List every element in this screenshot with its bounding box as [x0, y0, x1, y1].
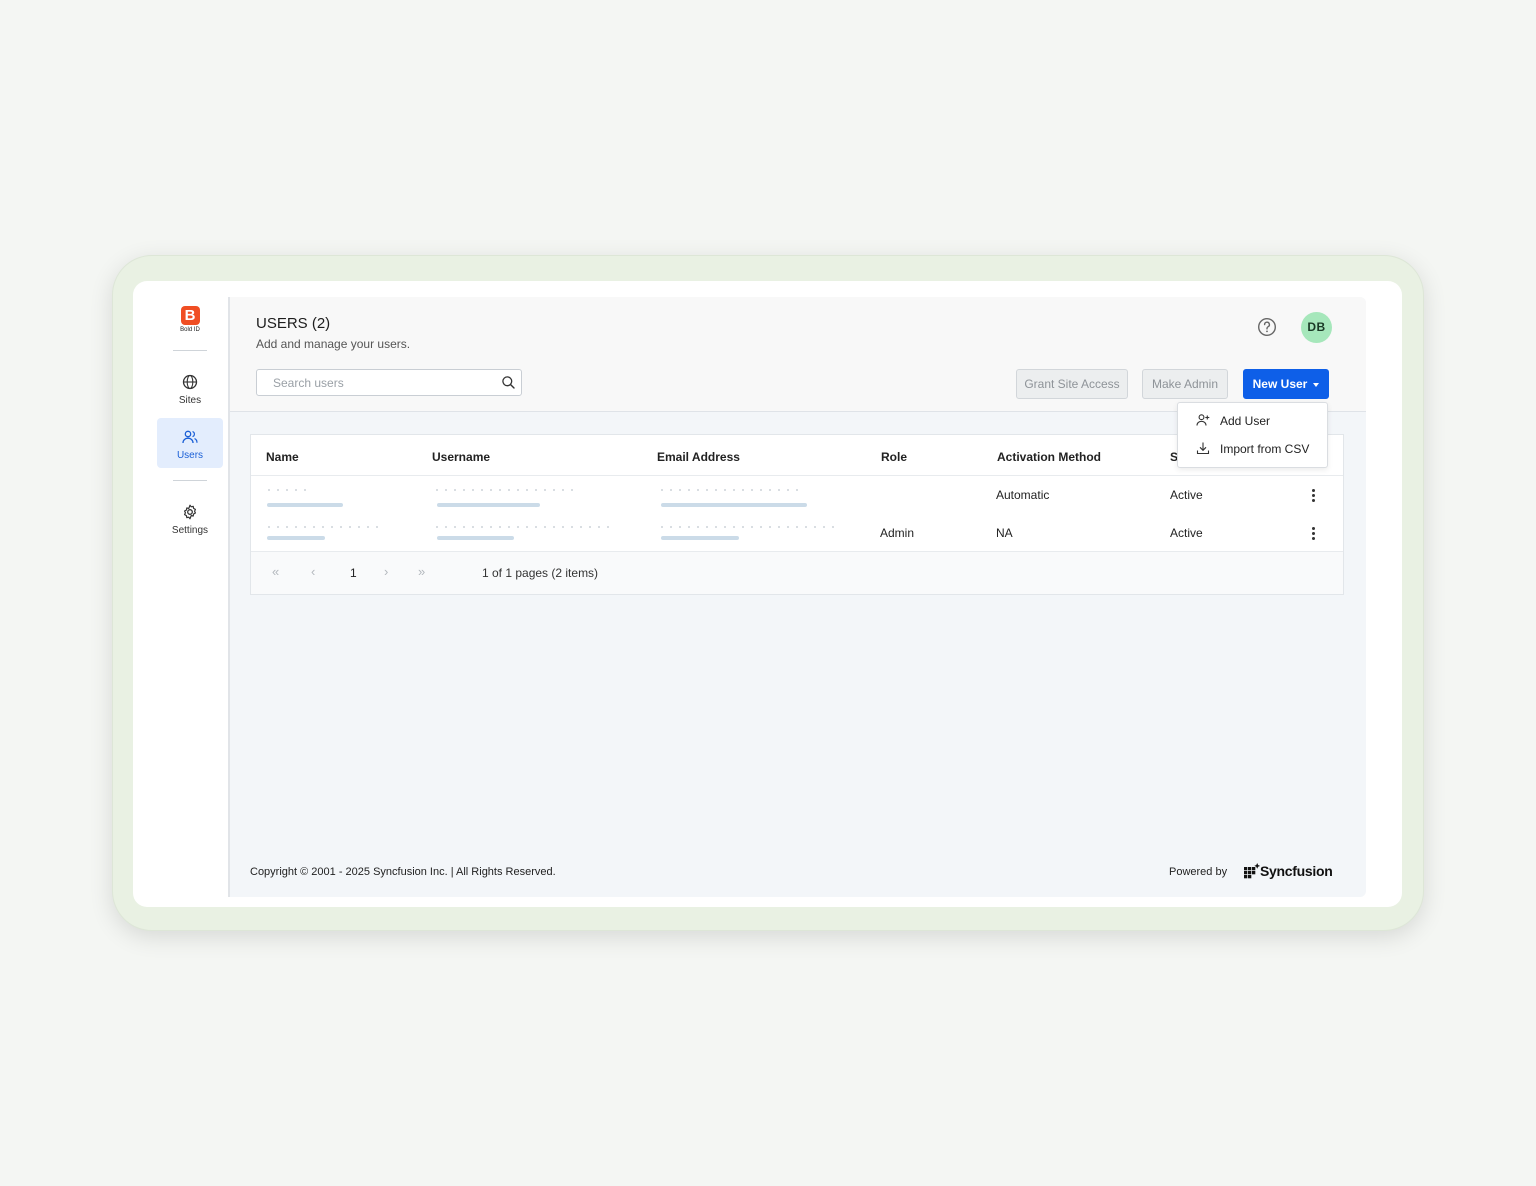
page-title: USERS (2) [256, 315, 331, 332]
status-cell: Active [1170, 488, 1203, 502]
download-icon [1196, 442, 1210, 455]
role-cell: Admin [880, 526, 915, 540]
redacted-text [661, 526, 841, 528]
make-admin-button[interactable]: Make Admin [1142, 369, 1228, 399]
sidebar-separator [173, 350, 207, 351]
redacted-text [436, 489, 576, 491]
last-page-icon[interactable]: » [418, 564, 425, 579]
sidebar-separator [173, 480, 207, 481]
menu-item-add-user[interactable]: Add User [1196, 413, 1321, 433]
redacted-name [267, 503, 343, 507]
search-icon[interactable] [501, 375, 516, 390]
caret-down-icon [1313, 382, 1320, 387]
syncfusion-logo[interactable]: Syncfusion [1244, 860, 1334, 882]
sidebar-item-sites[interactable]: Sites [157, 363, 223, 413]
activation-cell: NA [996, 526, 1013, 540]
help-icon[interactable] [1257, 317, 1277, 337]
column-header-email[interactable]: Email Address [657, 450, 740, 464]
syncfusion-mark-icon [1244, 863, 1260, 879]
footer-powered-by: Powered by [1169, 866, 1228, 878]
gear-icon [184, 504, 196, 520]
avatar[interactable]: DB [1301, 312, 1332, 343]
search-input[interactable] [271, 375, 495, 391]
page-subtitle: Add and manage your users. [256, 337, 411, 351]
redacted-email [661, 503, 807, 507]
column-header-username[interactable]: Username [432, 450, 490, 464]
row-more-icon[interactable] [1312, 527, 1316, 541]
sidebar-item-settings[interactable]: Settings [157, 493, 223, 543]
status-cell: Active [1170, 526, 1203, 540]
grant-site-access-button[interactable]: Grant Site Access [1016, 369, 1128, 399]
sidebar-item-users[interactable]: Users [157, 418, 223, 468]
redacted-text [268, 489, 308, 491]
new-user-button[interactable]: New User [1243, 369, 1329, 399]
header-divider [251, 475, 1343, 476]
row-more-icon[interactable] [1312, 489, 1316, 503]
sidebar-item-label: Settings [171, 525, 209, 536]
redacted-username [437, 503, 540, 507]
menu-item-import-csv[interactable]: Import from CSV [1196, 441, 1321, 461]
globe-icon [182, 374, 198, 390]
redacted-email [661, 536, 739, 540]
syncfusion-wordmark: Syncfusion [1260, 863, 1333, 879]
first-page-icon[interactable]: « [272, 564, 279, 579]
next-page-icon[interactable]: › [384, 564, 388, 579]
column-header-role[interactable]: Role [881, 450, 907, 464]
logo-text: Bold ID [180, 327, 200, 333]
pager-info: 1 of 1 pages (2 items) [482, 566, 599, 580]
new-user-dropdown: Add User Import from CSV [1177, 402, 1328, 468]
users-icon [182, 430, 198, 444]
page-number[interactable]: 1 [350, 566, 357, 580]
column-header-activation-method[interactable]: Activation Method [997, 450, 1101, 464]
redacted-name [267, 536, 325, 540]
redacted-text [268, 526, 378, 528]
redacted-text [436, 526, 616, 528]
redacted-username [437, 536, 514, 540]
sidebar-item-label: Users [176, 450, 204, 461]
pager [251, 552, 1343, 594]
sidebar-item-label: Sites [178, 395, 202, 406]
menu-item-label: Add User [1220, 414, 1271, 428]
activation-cell: Automatic [996, 488, 1050, 502]
menu-item-label: Import from CSV [1220, 442, 1310, 456]
search-box [256, 369, 522, 396]
add-user-icon [1196, 414, 1210, 426]
prev-page-icon[interactable]: ‹ [311, 564, 315, 579]
logo-mark: B [180, 306, 200, 325]
redacted-text [661, 489, 801, 491]
footer-copyright: Copyright © 2001 - 2025 Syncfusion Inc. … [250, 866, 556, 878]
new-user-label: New User [1252, 377, 1308, 391]
column-header-name[interactable]: Name [266, 450, 299, 464]
bold-id-logo[interactable]: B Bold ID [179, 306, 201, 336]
